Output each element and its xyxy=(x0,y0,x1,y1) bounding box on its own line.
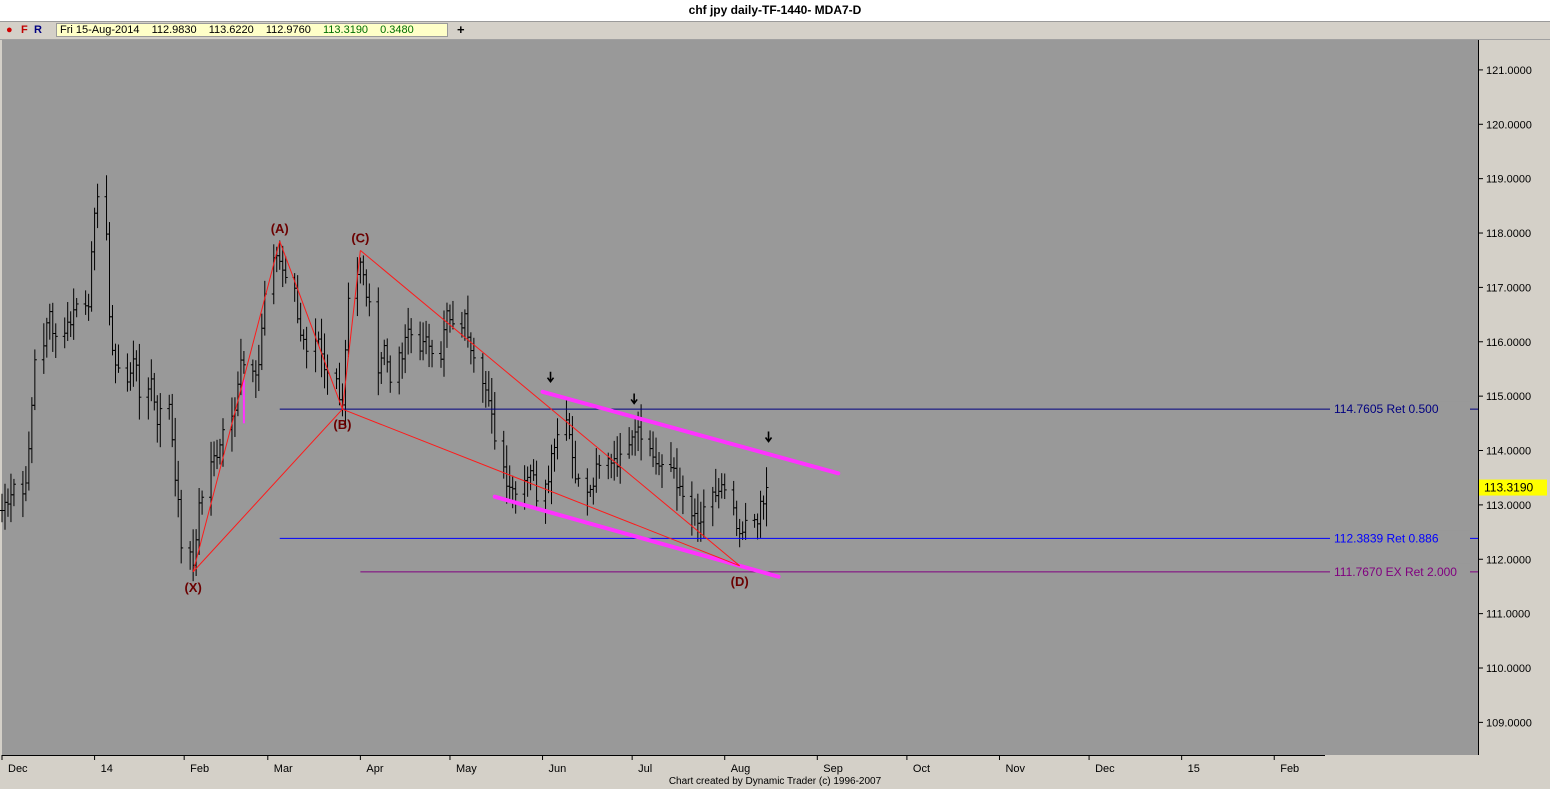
price-chart[interactable]: 109.0000 110.0000 111.0000 112.0000 113.0000… xyxy=(0,0,1550,789)
level-label-2: 111.7670 EX Ret 2.000 xyxy=(1334,565,1457,579)
y-tick-label: 112.0000 xyxy=(1486,554,1531,566)
y-tick-label: 110.0000 xyxy=(1486,663,1531,675)
y-tick-label: 114.0000 xyxy=(1486,446,1531,458)
level-label-1: 112.3839 Ret 0.886 xyxy=(1334,531,1439,545)
y-tick-label: 117.0000 xyxy=(1486,282,1531,294)
level-label-0: 114.7605 Ret 0.500 xyxy=(1334,402,1439,416)
y-tick-label: 120.0000 xyxy=(1486,119,1532,131)
last-price-label: 113.3190 xyxy=(1484,481,1533,495)
pattern-label-c: (C) xyxy=(351,230,369,245)
y-tick-label: 109.0000 xyxy=(1486,717,1532,729)
y-tick-label: 118.0000 xyxy=(1486,228,1531,240)
y-tick-label: 111.0000 xyxy=(1486,609,1530,621)
pattern-label-a: (A) xyxy=(271,221,289,236)
y-tick-label: 119.0000 xyxy=(1486,174,1531,186)
pattern-label-d: (D) xyxy=(731,574,749,589)
y-tick-label: 121.0000 xyxy=(1486,65,1532,77)
y-tick-label: 115.0000 xyxy=(1486,391,1531,403)
plot-area xyxy=(2,40,1478,755)
y-tick-label: 116.0000 xyxy=(1486,337,1531,349)
pattern-label-b: (B) xyxy=(333,417,351,432)
chart-window: chf jpy daily-TF-1440- MDA7-D ● F R Fri … xyxy=(0,0,1550,789)
y-tick-label: 113.0000 xyxy=(1486,500,1531,512)
footer-credit: Chart created by Dynamic Trader (c) 1996… xyxy=(668,776,882,787)
pattern-label-x: (X) xyxy=(184,580,201,595)
